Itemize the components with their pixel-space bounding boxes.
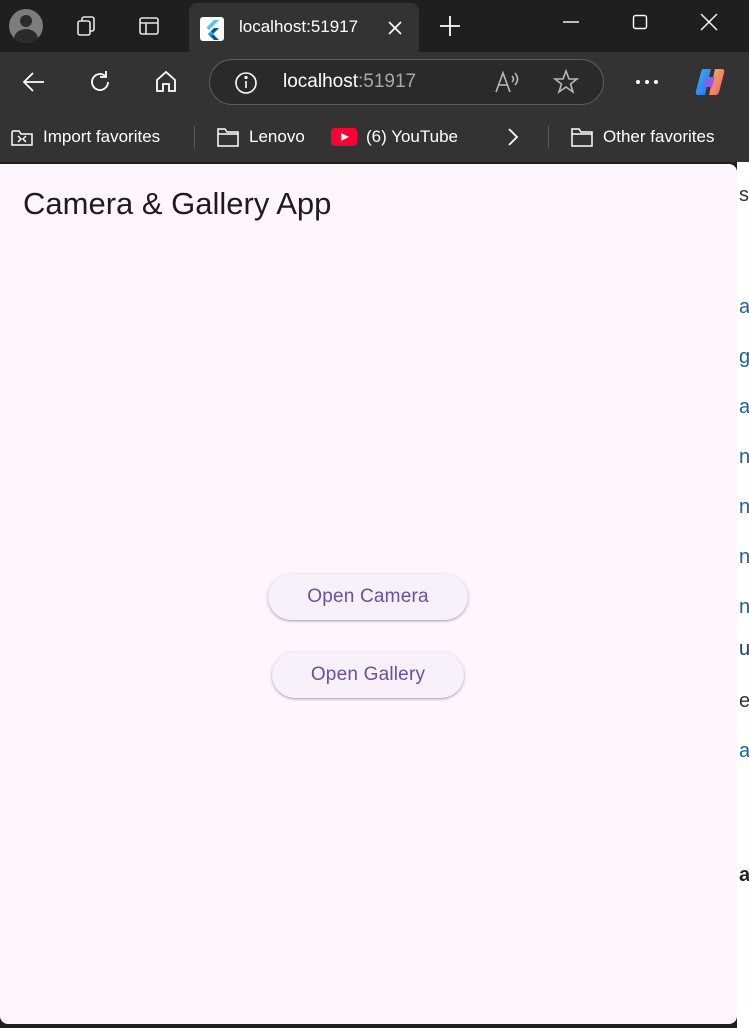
window-minimize-button[interactable] [537, 0, 605, 44]
refresh-icon [91, 71, 109, 91]
tab-close-button[interactable] [381, 14, 409, 42]
browser-title-bar: localhost:51917 [0, 0, 749, 52]
folder-icon [217, 128, 239, 147]
folder-icon [571, 128, 593, 147]
browser-tab-active[interactable]: localhost:51917 [189, 3, 419, 52]
favorite-folder-other[interactable]: Other favorites [570, 124, 715, 150]
home-icon [156, 70, 176, 92]
tab-title: localhost:51917 [239, 17, 359, 36]
new-tab-button[interactable] [430, 6, 470, 46]
favorite-folder-lenovo[interactable]: Lenovo [216, 124, 305, 150]
more-dots-icon [636, 80, 658, 84]
close-icon [700, 13, 718, 31]
close-icon [388, 21, 402, 35]
workspaces-button[interactable] [66, 6, 106, 46]
favorite-label: Other favorites [603, 127, 715, 146]
youtube-icon [331, 128, 357, 146]
profile-icon [9, 9, 43, 43]
import-favorites-icon [11, 130, 33, 146]
app-viewport: Camera & Gallery App Open Camera Open Ga… [0, 164, 737, 1024]
site-info-icon[interactable] [233, 70, 259, 96]
vertical-tabs-icon [139, 17, 159, 35]
chevron-right-icon [508, 128, 519, 146]
app-bar-title: Camera & Gallery App [23, 186, 332, 221]
address-url: localhost:51917 [283, 71, 417, 92]
favorites-overflow-button[interactable] [505, 124, 530, 150]
favorite-label: Import favorites [43, 127, 161, 146]
home-button[interactable] [146, 62, 186, 102]
copilot-button[interactable] [690, 62, 730, 102]
refresh-button[interactable] [80, 62, 120, 102]
minimize-icon [563, 21, 579, 23]
browser-toolbar: localhost:51917 [0, 52, 749, 112]
favorite-star-icon[interactable] [553, 69, 579, 95]
open-camera-button[interactable]: Open Camera [268, 574, 468, 620]
open-gallery-button[interactable]: Open Gallery [272, 652, 464, 698]
workspaces-icon [77, 16, 95, 36]
flutter-favicon-icon [200, 17, 224, 41]
favorites-divider [194, 126, 195, 148]
favorite-youtube[interactable]: (6) YouTube [331, 124, 458, 150]
arrow-left-icon [22, 72, 44, 92]
background-window: s a g a n n n n u e a a [737, 162, 749, 1028]
favorite-label: (6) YouTube [366, 127, 458, 146]
favorites-divider [548, 126, 549, 148]
maximize-icon [632, 14, 648, 30]
read-aloud-icon[interactable] [493, 68, 521, 96]
plus-icon [440, 16, 460, 36]
address-bar[interactable]: localhost:51917 [209, 59, 604, 105]
back-button[interactable] [14, 62, 54, 102]
copilot-icon [695, 69, 725, 95]
favorite-import[interactable]: Import favorites [10, 124, 160, 150]
window-close-button[interactable] [675, 0, 743, 44]
settings-more-button[interactable] [627, 62, 667, 102]
window-maximize-button[interactable] [606, 0, 674, 44]
favorites-bar: Import favorites Lenovo (6) YouTube Othe… [0, 112, 749, 162]
profile-avatar[interactable] [6, 6, 46, 46]
favorite-label: Lenovo [249, 127, 305, 146]
vertical-tabs-button[interactable] [129, 6, 169, 46]
